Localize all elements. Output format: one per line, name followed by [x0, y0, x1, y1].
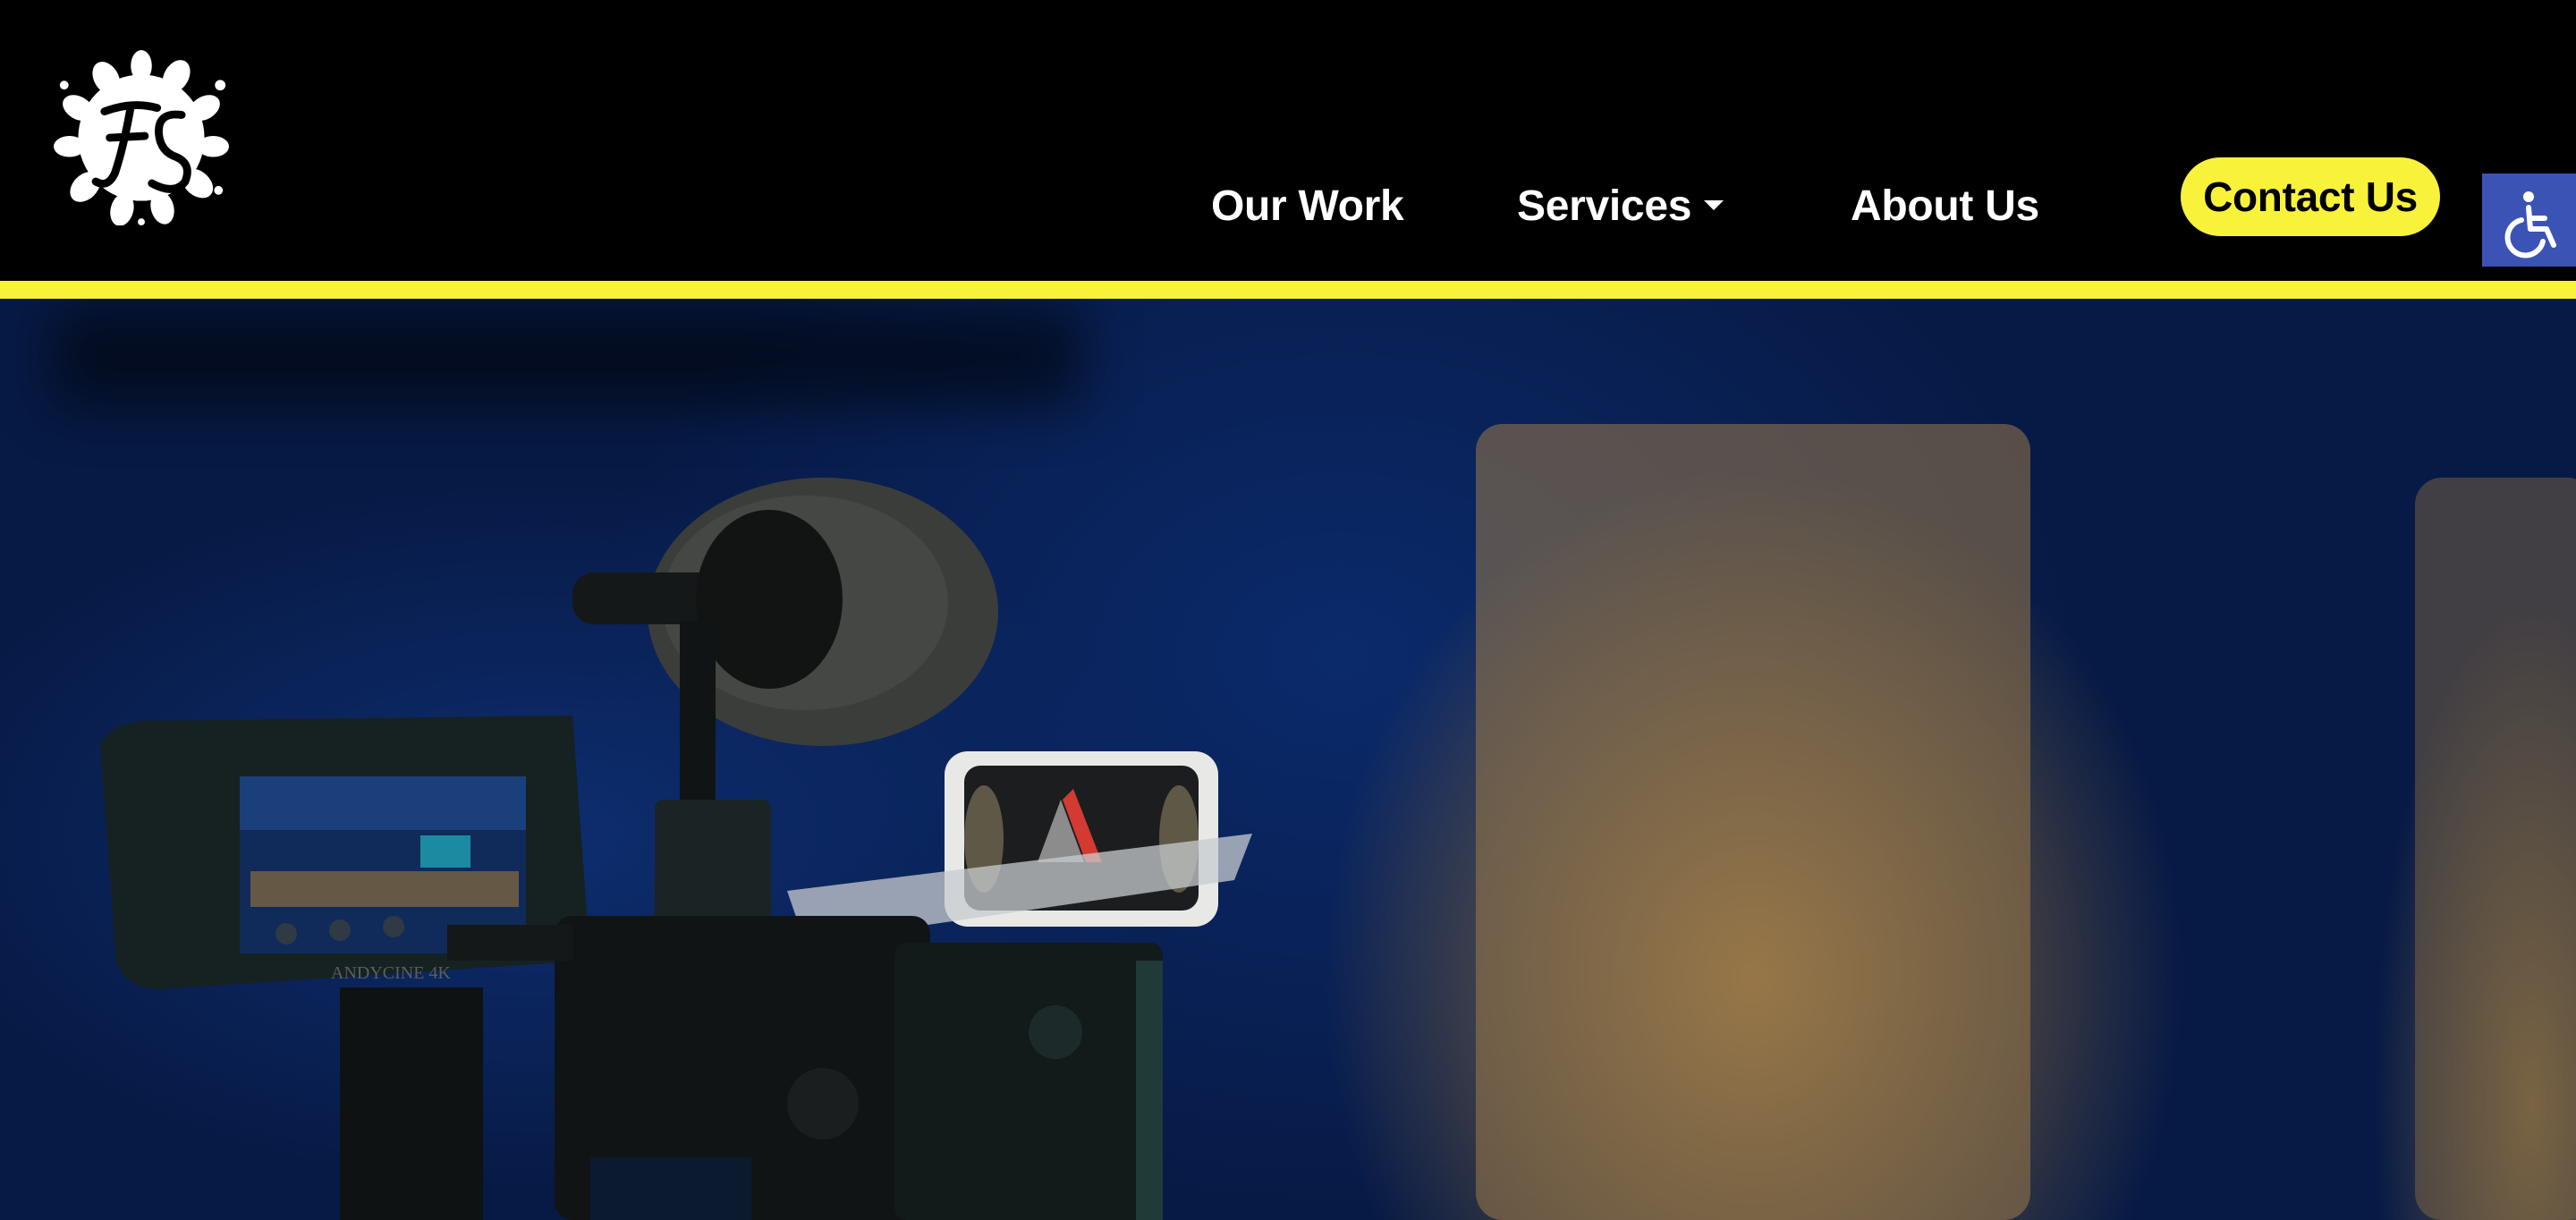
- site-header: Our Work Services About Us Contact Us: [0, 0, 2576, 281]
- monitor-brand-text: ANDYCINE 4K: [331, 963, 451, 983]
- background-panel: [1476, 424, 2030, 1220]
- nav-services[interactable]: Services: [1517, 175, 1724, 238]
- nav-about-us[interactable]: About Us: [1851, 175, 2039, 238]
- caret-down-icon: [1704, 199, 1724, 210]
- nav-services-label: Services: [1517, 182, 1692, 230]
- nav-our-work[interactable]: Our Work: [1211, 175, 1404, 238]
- main-nav: Our Work Services About Us Contact Us: [0, 0, 2576, 281]
- header-accent-bar: [0, 281, 2576, 299]
- accessibility-toolbar-button[interactable]: [2482, 174, 2576, 267]
- background-panel-right: [2415, 478, 2576, 1220]
- contact-us-button[interactable]: Contact Us: [2181, 157, 2440, 236]
- hero-image: ANDYCINE 4K: [0, 299, 2576, 1220]
- wheelchair-icon: [2504, 191, 2556, 258]
- camera-rig-illustration: ANDYCINE 4K: [100, 424, 2576, 1220]
